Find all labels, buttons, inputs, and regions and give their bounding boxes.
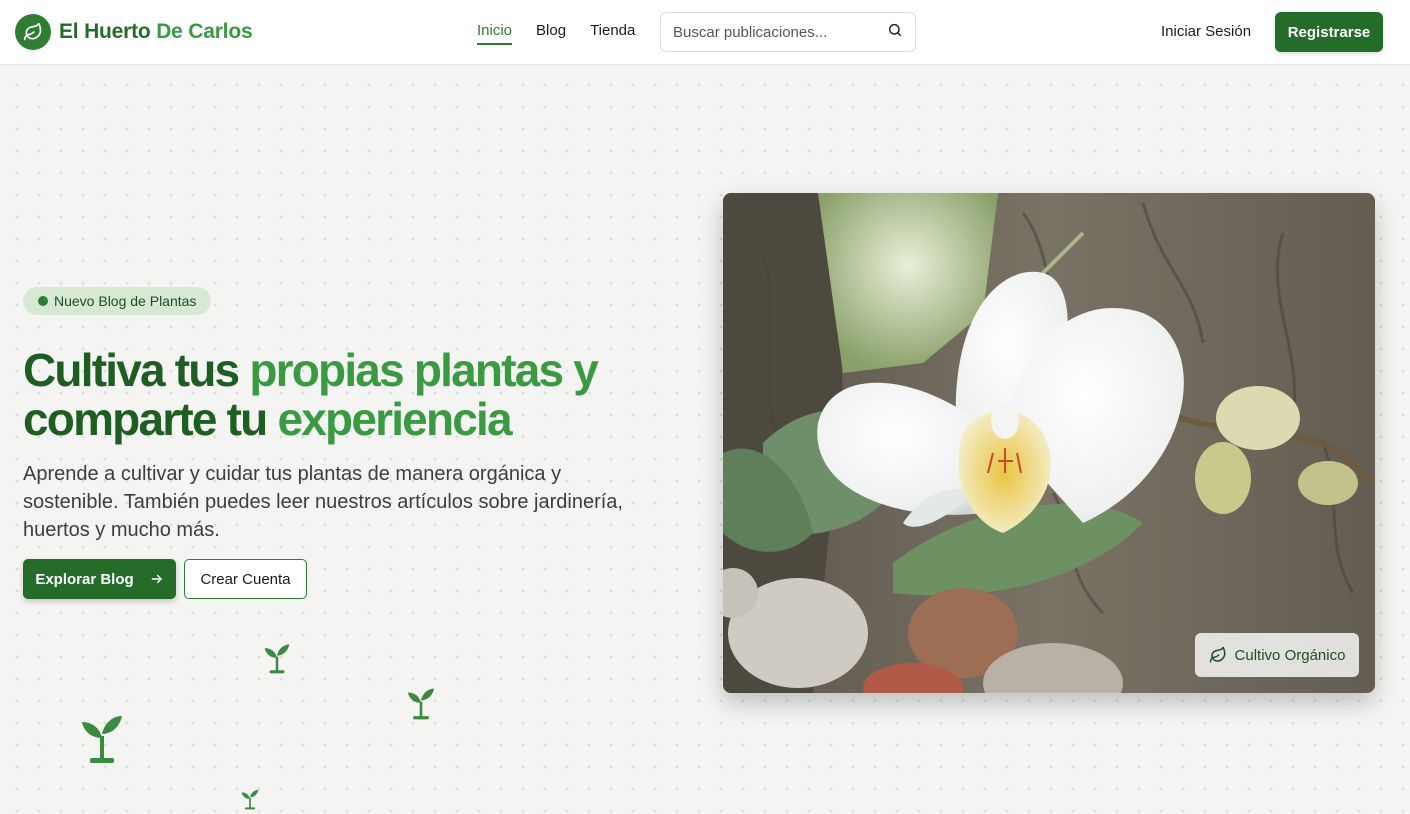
- login-link[interactable]: Iniciar Sesión: [1161, 23, 1251, 40]
- sprout-icon: [241, 789, 259, 810]
- create-account-button[interactable]: Crear Cuenta: [184, 559, 307, 599]
- arrow-right-icon: [151, 574, 162, 584]
- nav-item-inicio[interactable]: Inicio: [477, 22, 513, 45]
- nav-item-blog[interactable]: Blog: [536, 22, 566, 45]
- hero-orchid-image: [723, 193, 1375, 693]
- search-icon[interactable]: [887, 22, 903, 43]
- search-box: [660, 12, 916, 52]
- organic-tag: Cultivo Orgánico: [1195, 633, 1359, 677]
- sprout-icon: [82, 716, 122, 763]
- register-button[interactable]: Registrarse: [1275, 12, 1383, 52]
- nav-item-tienda[interactable]: Tienda: [590, 22, 635, 45]
- badge-dot-icon: [38, 296, 48, 306]
- main-nav: Inicio Blog Tienda: [477, 22, 635, 45]
- leaf-icon: [1209, 646, 1226, 663]
- brand-logo-link[interactable]: El Huerto De Carlos: [15, 14, 253, 50]
- brand-name: El Huerto De Carlos: [59, 20, 253, 43]
- organic-tag-label: Cultivo Orgánico: [1234, 646, 1346, 664]
- site-header: El Huerto De Carlos Inicio Blog Tienda I…: [0, 0, 1410, 65]
- leaf-icon: [15, 14, 51, 50]
- hero-title: Cultiva tus propias plantas y comparte t…: [23, 344, 599, 445]
- badge-label: Nuevo Blog de Plantas: [54, 293, 197, 309]
- sprout-icon: [264, 644, 290, 674]
- sprout-icon: [407, 688, 435, 720]
- search-input[interactable]: [673, 23, 887, 41]
- hero-subtitle: Aprende a cultivar y cuidar tus plantas …: [23, 463, 623, 541]
- new-blog-badge: Nuevo Blog de Plantas: [23, 287, 212, 315]
- explore-blog-button[interactable]: Explorar Blog: [23, 559, 176, 599]
